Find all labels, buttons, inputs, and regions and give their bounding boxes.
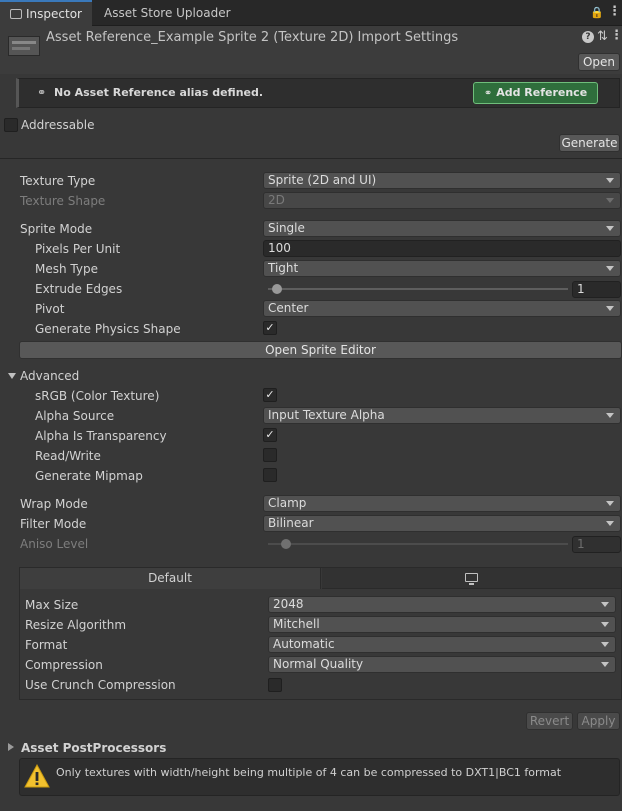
- texture-type-dropdown[interactable]: Sprite (2D and UI): [263, 172, 621, 189]
- extrude-edges-label: Extrude Edges: [35, 282, 123, 296]
- use-crunch-compression-checkbox[interactable]: [268, 678, 282, 692]
- compression-dropdown[interactable]: Normal Quality: [268, 656, 616, 673]
- chevron-down-icon: [601, 662, 609, 667]
- aniso-level-input: 1: [572, 536, 621, 553]
- open-sprite-editor-button[interactable]: Open Sprite Editor: [19, 341, 622, 359]
- chevron-down-icon: [606, 226, 614, 231]
- advanced-foldout-label[interactable]: Advanced: [20, 369, 79, 383]
- revert-button[interactable]: Revert: [526, 712, 573, 730]
- alias-message: No Asset Reference alias defined.: [54, 86, 264, 99]
- srgb-checkbox[interactable]: ✓: [263, 388, 277, 402]
- open-button[interactable]: Open: [578, 53, 620, 71]
- apply-button[interactable]: Apply: [577, 712, 620, 730]
- monitor-icon: [465, 573, 478, 582]
- link-icon: ⚭: [483, 88, 493, 99]
- chevron-down-icon: [601, 602, 609, 607]
- wrap-mode-dropdown[interactable]: Clamp: [263, 495, 621, 512]
- generate-physics-shape-label: Generate Physics Shape: [35, 322, 181, 336]
- settings-menu-icon[interactable]: ⋮: [610, 28, 622, 43]
- extrude-edges-slider-track[interactable]: [268, 288, 568, 290]
- alpha-source-dropdown[interactable]: Input Texture Alpha: [263, 407, 621, 424]
- texture-shape-label: Texture Shape: [20, 194, 106, 208]
- sprite-mode-label: Sprite Mode: [20, 222, 93, 236]
- filter-mode-label: Filter Mode: [20, 517, 87, 531]
- pixels-per-unit-input[interactable]: 100: [263, 240, 621, 257]
- texture-thumbnail-icon: [8, 36, 40, 56]
- add-reference-button[interactable]: ⚭ Add Reference: [473, 82, 598, 104]
- generate-mipmap-label: Generate Mipmap: [35, 469, 143, 483]
- max-size-label: Max Size: [25, 598, 79, 612]
- texture-shape-dropdown: 2D: [263, 192, 621, 209]
- chevron-down-icon: [606, 413, 614, 418]
- alpha-source-label: Alpha Source: [35, 409, 115, 423]
- chevron-down-icon: [601, 642, 609, 647]
- chevron-down-icon: [606, 178, 614, 183]
- help-icon[interactable]: ?: [582, 31, 594, 43]
- generate-button[interactable]: Generate: [559, 134, 620, 152]
- chevron-down-icon: [606, 521, 614, 526]
- inspector-icon: [10, 9, 22, 19]
- warning-message: Only textures with width/height being mu…: [56, 766, 562, 779]
- filter-mode-dropdown[interactable]: Bilinear: [263, 515, 621, 532]
- mesh-type-label: Mesh Type: [35, 262, 98, 276]
- addressable-checkbox[interactable]: [4, 118, 18, 132]
- read-write-checkbox[interactable]: [263, 448, 277, 462]
- foldout-expanded-icon[interactable]: [8, 373, 16, 379]
- divider: [0, 158, 622, 159]
- aniso-level-slider-track: [268, 543, 568, 545]
- compression-label: Compression: [25, 658, 103, 672]
- extrude-edges-slider-handle[interactable]: [272, 284, 282, 294]
- pivot-label: Pivot: [35, 302, 65, 316]
- mesh-type-dropdown[interactable]: Tight: [263, 260, 621, 277]
- foldout-collapsed-icon[interactable]: [8, 743, 14, 751]
- use-crunch-compression-label: Use Crunch Compression: [25, 678, 176, 692]
- max-size-dropdown[interactable]: 2048: [268, 596, 616, 613]
- asset-postprocessors-foldout-label[interactable]: Asset PostProcessors: [21, 741, 166, 755]
- tab-standalone-platform[interactable]: [322, 568, 621, 589]
- alpha-is-transparency-checkbox[interactable]: ✓: [263, 428, 277, 442]
- warning-icon: [24, 763, 50, 788]
- presets-icon[interactable]: ⇅: [597, 29, 608, 44]
- format-dropdown[interactable]: Automatic: [268, 636, 616, 653]
- resize-algorithm-dropdown[interactable]: Mitchell: [268, 616, 616, 633]
- tab-default-platform[interactable]: Default: [20, 568, 321, 589]
- aniso-level-slider-handle: [281, 539, 291, 549]
- pixels-per-unit-label: Pixels Per Unit: [35, 242, 121, 256]
- generate-mipmap-checkbox[interactable]: [263, 468, 277, 482]
- addressable-label: Addressable: [21, 118, 95, 132]
- read-write-label: Read/Write: [35, 449, 101, 463]
- more-menu-icon[interactable]: ⋮: [608, 4, 621, 19]
- tab-inspector[interactable]: Inspector: [0, 0, 92, 26]
- pivot-dropdown[interactable]: Center: [263, 300, 621, 317]
- page-title: Asset Reference_Example Sprite 2 (Textur…: [46, 30, 459, 45]
- link-icon: ⚭: [37, 86, 47, 99]
- chevron-down-icon: [601, 622, 609, 627]
- alpha-is-transparency-label: Alpha Is Transparency: [35, 429, 167, 443]
- texture-type-label: Texture Type: [20, 174, 96, 188]
- tab-asset-store-uploader[interactable]: Asset Store Uploader: [94, 0, 241, 26]
- chevron-down-icon: [606, 306, 614, 311]
- aniso-level-label: Aniso Level: [20, 537, 89, 551]
- resize-algorithm-label: Resize Algorithm: [25, 618, 127, 632]
- sprite-mode-dropdown[interactable]: Single: [263, 220, 621, 237]
- extrude-edges-input[interactable]: 1: [572, 281, 621, 298]
- chevron-down-icon: [606, 501, 614, 506]
- format-label: Format: [25, 638, 68, 652]
- generate-physics-shape-checkbox[interactable]: ✓: [263, 321, 277, 335]
- chevron-down-icon: [606, 198, 614, 203]
- srgb-label: sRGB (Color Texture): [35, 389, 160, 403]
- wrap-mode-label: Wrap Mode: [20, 497, 88, 511]
- chevron-down-icon: [606, 266, 614, 271]
- lock-icon[interactable]: 🔒: [590, 6, 604, 19]
